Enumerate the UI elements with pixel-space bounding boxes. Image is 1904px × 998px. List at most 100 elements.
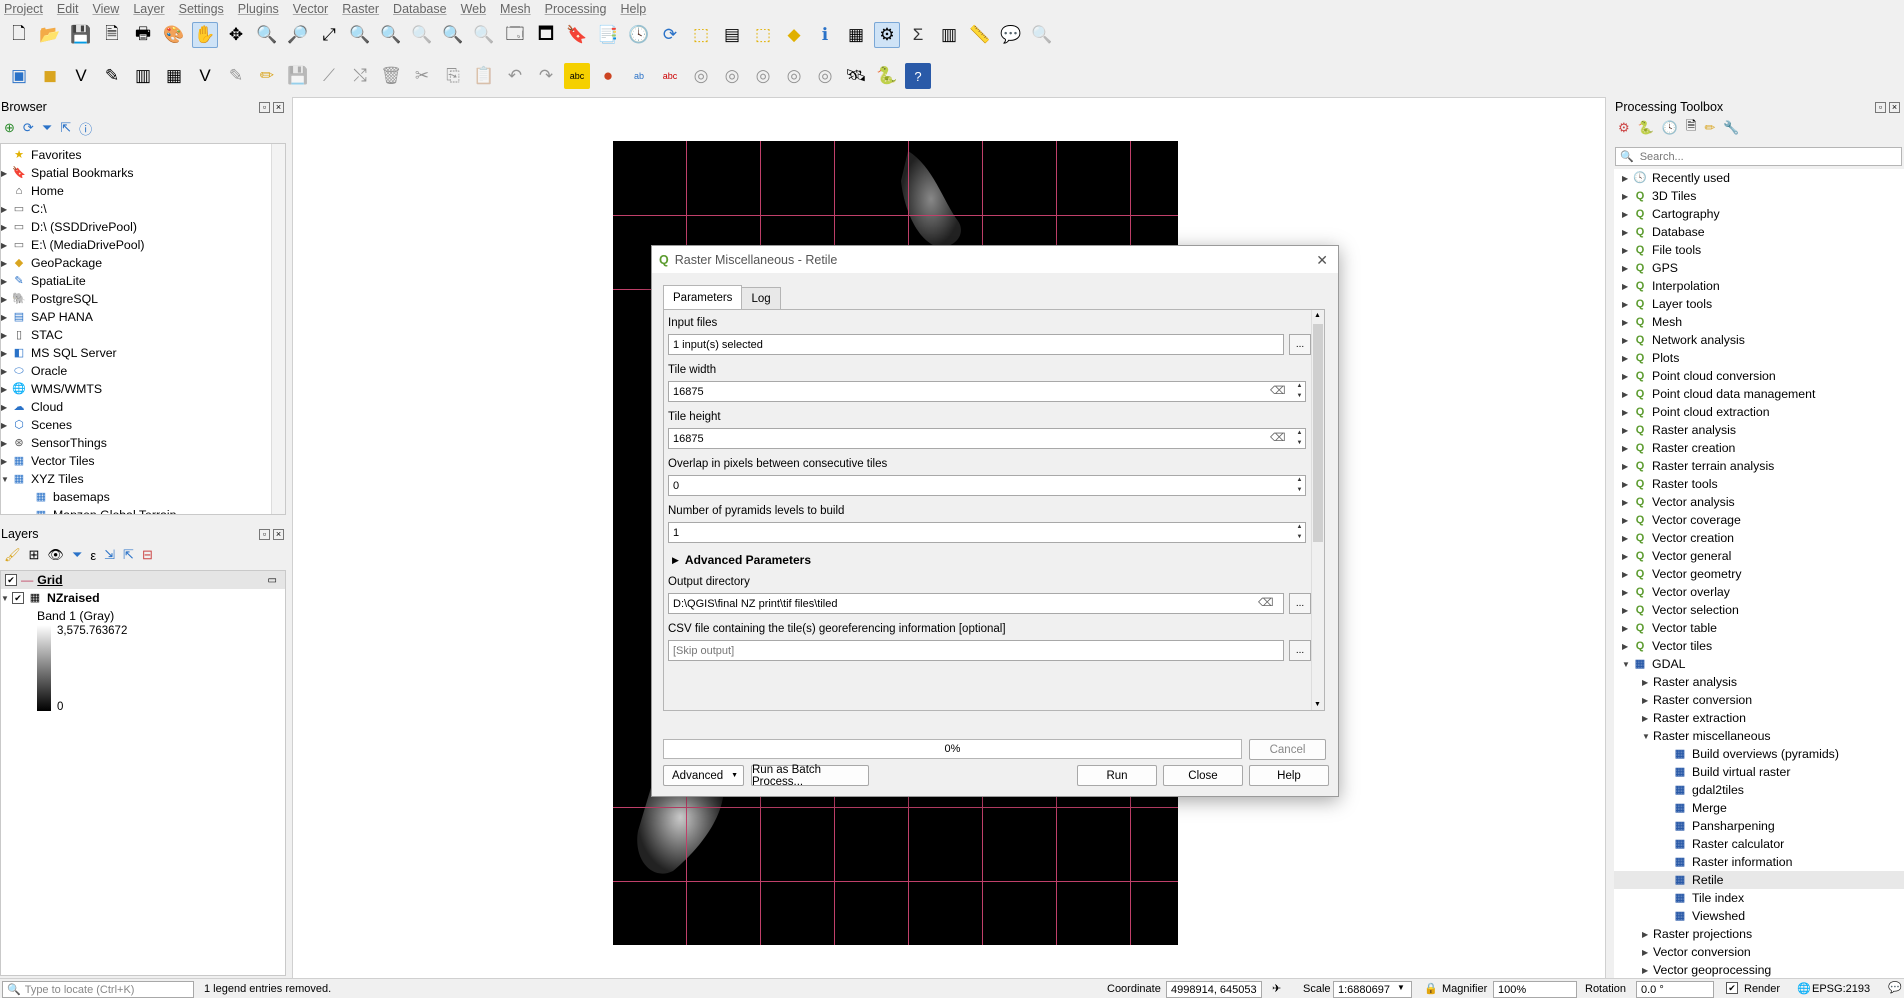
help-icon[interactable]: ? xyxy=(905,63,931,89)
browser-scrollbar[interactable] xyxy=(271,144,285,514)
expand-arrow-icon[interactable]: ▶ xyxy=(1622,426,1633,435)
add-raster-icon[interactable]: ✎ xyxy=(99,63,125,89)
batch-process-button[interactable]: Run as Batch Process... xyxy=(751,764,869,788)
expand-arrow-icon[interactable]: ▶ xyxy=(1622,264,1633,273)
zoom-layer-icon[interactable]: 🔍 xyxy=(378,22,404,48)
expand-arrow-icon[interactable]: ▶ xyxy=(1622,408,1633,417)
expand-arrow-icon[interactable]: ▶ xyxy=(1,385,12,394)
expand-arrow-icon[interactable]: ▶ xyxy=(1622,192,1633,201)
pyramids-input[interactable]: 1 xyxy=(668,522,1306,543)
map-tips-icon[interactable]: 🔍 xyxy=(1029,22,1055,48)
label-icon[interactable]: abc xyxy=(564,63,590,89)
pan-icon[interactable]: ✋ xyxy=(192,22,218,48)
zoom-out-icon[interactable]: 🔎 xyxy=(285,22,311,48)
browser-item[interactable]: ▶ ◧ MS SQL Server xyxy=(1,344,285,362)
spin-arrows-icon[interactable]: ▲ ▼ xyxy=(1294,522,1305,543)
browser-item[interactable]: ▶ ☁ Cloud xyxy=(1,398,285,416)
tab-parameters[interactable]: Parameters xyxy=(663,285,743,309)
expand-arrow-icon[interactable]: ▶ xyxy=(1642,930,1653,939)
toolbox-item[interactable]: ▶ Q Vector creation xyxy=(1614,529,1904,547)
expand-arrow-icon[interactable]: ▶ xyxy=(1622,588,1633,597)
toolbox-item[interactable]: ▶ Q Raster creation xyxy=(1614,439,1904,457)
browser-item[interactable]: ▶ ▭ D:\ (SSDDrivePool) xyxy=(1,218,285,236)
statistics-icon[interactable]: Σ xyxy=(905,22,931,48)
toolbox-item[interactable]: ▶ Q Database xyxy=(1614,223,1904,241)
help-button[interactable]: Help xyxy=(1249,765,1329,786)
rotate-label-icon[interactable]: ◎ xyxy=(719,63,745,89)
spin-arrows-icon[interactable]: ▲ ▼ xyxy=(1294,381,1305,402)
zoom-full-icon[interactable]: ⤢ xyxy=(316,22,342,48)
toolbox-item[interactable]: ▼ ▦ GDAL xyxy=(1614,655,1904,673)
toolbox-item[interactable]: ▶ Q Point cloud data management xyxy=(1614,385,1904,403)
expand-arrow-icon[interactable]: ▶ xyxy=(1,439,12,448)
browser-item[interactable]: ▶ ✎ SpatiaLite xyxy=(1,272,285,290)
expand-arrow-icon[interactable]: ▶ xyxy=(1,169,12,178)
new-map-view-icon[interactable]: 🗔 xyxy=(502,22,528,48)
menu-mesh[interactable]: Mesh xyxy=(500,2,531,16)
save-project-icon[interactable]: 💾 xyxy=(68,22,94,48)
temporal-controller-icon[interactable]: 🕓 xyxy=(626,22,652,48)
toolbox-item[interactable]: ▶ Q Cartography xyxy=(1614,205,1904,223)
chevron-down-icon[interactable]: ▼ xyxy=(1397,983,1405,992)
browser-item[interactable]: ▶ ⊛ SensorThings xyxy=(1,434,285,452)
python-console-icon[interactable]: 🐍 xyxy=(874,63,900,89)
cut-icon[interactable]: ✂ xyxy=(409,63,435,89)
expand-arrow-icon[interactable]: ▶ xyxy=(1642,696,1653,705)
toolbox-item[interactable]: ▶ Raster extraction xyxy=(1614,709,1904,727)
expand-arrow-icon[interactable]: ▶ xyxy=(1642,948,1653,957)
menu-layer[interactable]: Layer xyxy=(133,2,164,16)
toolbox-item[interactable]: ▶ Q Vector analysis xyxy=(1614,493,1904,511)
menu-settings[interactable]: Settings xyxy=(179,2,224,16)
toolbox-item[interactable]: ▶ Raster conversion xyxy=(1614,691,1904,709)
expand-arrow-icon[interactable]: ▶ xyxy=(1,241,12,250)
clear-icon[interactable]: ⌫ xyxy=(1270,384,1286,397)
input-files-browse-button[interactable]: ... xyxy=(1289,334,1311,355)
expand-arrow-icon[interactable]: ▶ xyxy=(1,277,12,286)
browser-item[interactable]: ▶ ⬭ Oracle xyxy=(1,362,285,380)
toolbox-item[interactable]: ▶ Vector geoprocessing xyxy=(1614,961,1904,978)
add-virtual-layer-icon[interactable]: V xyxy=(192,63,218,89)
float-icon[interactable]: ▫ xyxy=(259,528,270,540)
toolbox-item[interactable]: ▶ Q Raster tools xyxy=(1614,475,1904,493)
layer-grid[interactable]: ✔ — Grid ▭ xyxy=(1,571,285,589)
menu-database[interactable]: Database xyxy=(393,2,447,16)
expand-arrow-icon[interactable]: ▶ xyxy=(1622,606,1633,615)
toolbox-item[interactable]: ▶ Q Network analysis xyxy=(1614,331,1904,349)
pin-labels-icon[interactable]: ab xyxy=(626,63,652,89)
expand-arrow-icon[interactable]: ▶ xyxy=(1622,462,1633,471)
label-tool-2-icon[interactable]: ◎ xyxy=(812,63,838,89)
expand-arrow-icon[interactable]: ▶ xyxy=(1,367,12,376)
menu-web[interactable]: Web xyxy=(461,2,486,16)
run-button[interactable]: Run xyxy=(1077,765,1157,786)
spin-arrows-icon[interactable]: ▲ ▼ xyxy=(1294,475,1305,496)
rotation-field[interactable]: 0.0 ° xyxy=(1636,981,1714,998)
expand-arrow-icon[interactable]: ▶ xyxy=(1,349,12,358)
new-bookmark-icon[interactable]: 🔖 xyxy=(564,22,590,48)
clear-icon[interactable]: ⌫ xyxy=(1270,431,1286,444)
attribute-table-icon[interactable]: ▦ xyxy=(843,22,869,48)
pan-to-selection-icon[interactable]: ✥ xyxy=(223,22,249,48)
change-label-icon[interactable]: ◎ xyxy=(750,63,776,89)
open-table-icon[interactable]: ▥ xyxy=(936,22,962,48)
new-geopackage-icon[interactable]: ◼ xyxy=(37,63,63,89)
browser-item[interactable]: ▶ ▦ Vector Tiles xyxy=(1,452,285,470)
expand-all-icon[interactable]: ⇲ xyxy=(104,547,115,563)
crs-label[interactable]: EPSG:2193 xyxy=(1812,983,1870,995)
expand-arrow-icon[interactable]: ▶ xyxy=(1642,678,1653,687)
toolbox-item[interactable]: ▶ Q Vector selection xyxy=(1614,601,1904,619)
print-layout-icon[interactable]: 🖶 xyxy=(130,22,156,48)
browser-item[interactable]: ▶ ▭ C:\ xyxy=(1,200,285,218)
menu-processing[interactable]: Processing xyxy=(545,2,607,16)
history-icon[interactable]: 🕓 xyxy=(1662,120,1678,136)
expand-arrow-icon[interactable]: ▶ xyxy=(1622,228,1633,237)
collapse-arrow-icon[interactable]: ▼ xyxy=(1642,732,1653,741)
visibility-icon[interactable]: 👁 xyxy=(47,547,64,563)
add-mesh-icon[interactable]: ▥ xyxy=(130,63,156,89)
toolbox-item[interactable]: ▶ Q Interpolation xyxy=(1614,277,1904,295)
expand-arrow-icon[interactable]: ▶ xyxy=(1622,354,1633,363)
expand-arrow-icon[interactable]: ▶ xyxy=(1,259,12,268)
expand-arrow-icon[interactable]: ▶ xyxy=(1622,642,1633,651)
input-files-field[interactable]: 1 input(s) selected xyxy=(668,334,1284,355)
toolbox-item[interactable]: ▶ Raster analysis xyxy=(1614,673,1904,691)
close-icon[interactable]: × xyxy=(273,101,284,113)
